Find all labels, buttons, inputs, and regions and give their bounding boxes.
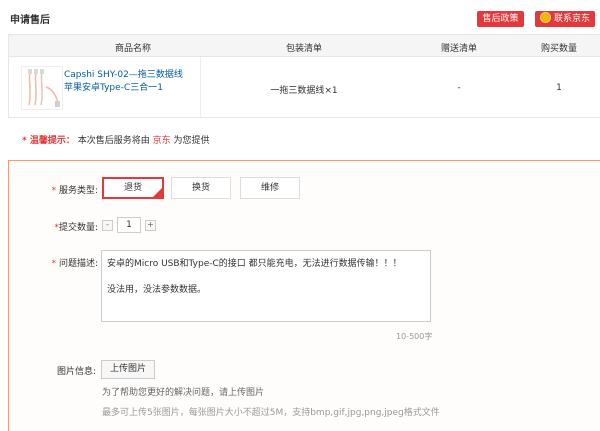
header-package-list: 包装清单 bbox=[285, 44, 322, 54]
page-title: 申请售后 bbox=[10, 15, 50, 26]
service-notice: * 温馨提示： 本次售后服务将由 京东 为您提供 bbox=[22, 133, 210, 146]
upload-hint: 为了帮助您更好的解决问题，请上传图片 bbox=[102, 388, 265, 398]
table-row: Capshi SHY-02—拖三数据线 苹果安卓Type-C三合一1 一拖三数据… bbox=[9, 57, 600, 117]
product-thumbnail[interactable] bbox=[21, 66, 63, 110]
service-option-return[interactable]: 退货 bbox=[102, 177, 164, 199]
notice-label: * 温馨提示： bbox=[22, 136, 75, 146]
after-sales-policy-button[interactable]: 售后政策 bbox=[477, 11, 524, 27]
notice-text-before: 本次售后服务将由 bbox=[77, 136, 150, 146]
description-line-2: 没法用，没法参数数据。 bbox=[107, 285, 207, 295]
description-textarea[interactable]: 安卓的Micro USB和Type-C的接口 都只能充电，无法进行数据传输！！！… bbox=[101, 250, 431, 322]
notice-provider: 京东 bbox=[152, 136, 171, 146]
quantity-input[interactable]: 1 bbox=[117, 217, 141, 233]
header-gift-list: 赠送清单 bbox=[440, 44, 477, 54]
upload-limit-text: 最多可上传5张图片，每张图片大小不超过5M，支持bmp,gif,jpg,png,… bbox=[102, 408, 440, 418]
char-counter: 10-500字 bbox=[396, 332, 433, 341]
notice-text-after: 为您提供 bbox=[173, 136, 210, 146]
quantity-label: *提交数量: bbox=[54, 223, 98, 233]
package-list-cell: 一拖三数据线×1 bbox=[270, 86, 338, 96]
service-option-exchange[interactable]: 换货 bbox=[171, 177, 231, 199]
service-type-label: * 服务类型: bbox=[51, 186, 98, 196]
header-purchase-qty: 购买数量 bbox=[540, 44, 577, 54]
service-option-repair[interactable]: 维修 bbox=[240, 177, 300, 199]
description-line-1: 安卓的Micro USB和Type-C的接口 都只能充电，无法进行数据传输！！！ bbox=[107, 259, 402, 269]
column-divider bbox=[200, 57, 201, 117]
product-name-link[interactable]: Capshi SHY-02—拖三数据线 苹果安卓Type-C三合一1 bbox=[64, 69, 184, 95]
quantity-plus-button[interactable]: + bbox=[145, 220, 156, 231]
image-info-label: 图片信息: bbox=[56, 367, 96, 377]
jd-coin-icon bbox=[539, 12, 551, 23]
product-table: 商品名称 包装清单 赠送清单 购买数量 Capshi SHY-02—拖三数据线 … bbox=[8, 34, 600, 118]
table-header: 商品名称 包装清单 赠送清单 购买数量 bbox=[9, 35, 600, 57]
upload-image-button[interactable]: 上传图片 bbox=[101, 360, 155, 379]
contact-jd-button[interactable]: 联系京东 bbox=[535, 11, 595, 27]
cable-image-icon bbox=[28, 69, 60, 107]
purchase-qty-cell: 1 bbox=[556, 83, 562, 93]
quantity-minus-button[interactable]: - bbox=[102, 220, 113, 231]
selected-check-icon bbox=[153, 188, 162, 197]
gift-list-cell: - bbox=[457, 83, 461, 93]
header-product-name: 商品名称 bbox=[114, 44, 151, 54]
description-label: * 问题描述: bbox=[51, 259, 98, 269]
contact-jd-label: 联系京东 bbox=[553, 14, 590, 24]
